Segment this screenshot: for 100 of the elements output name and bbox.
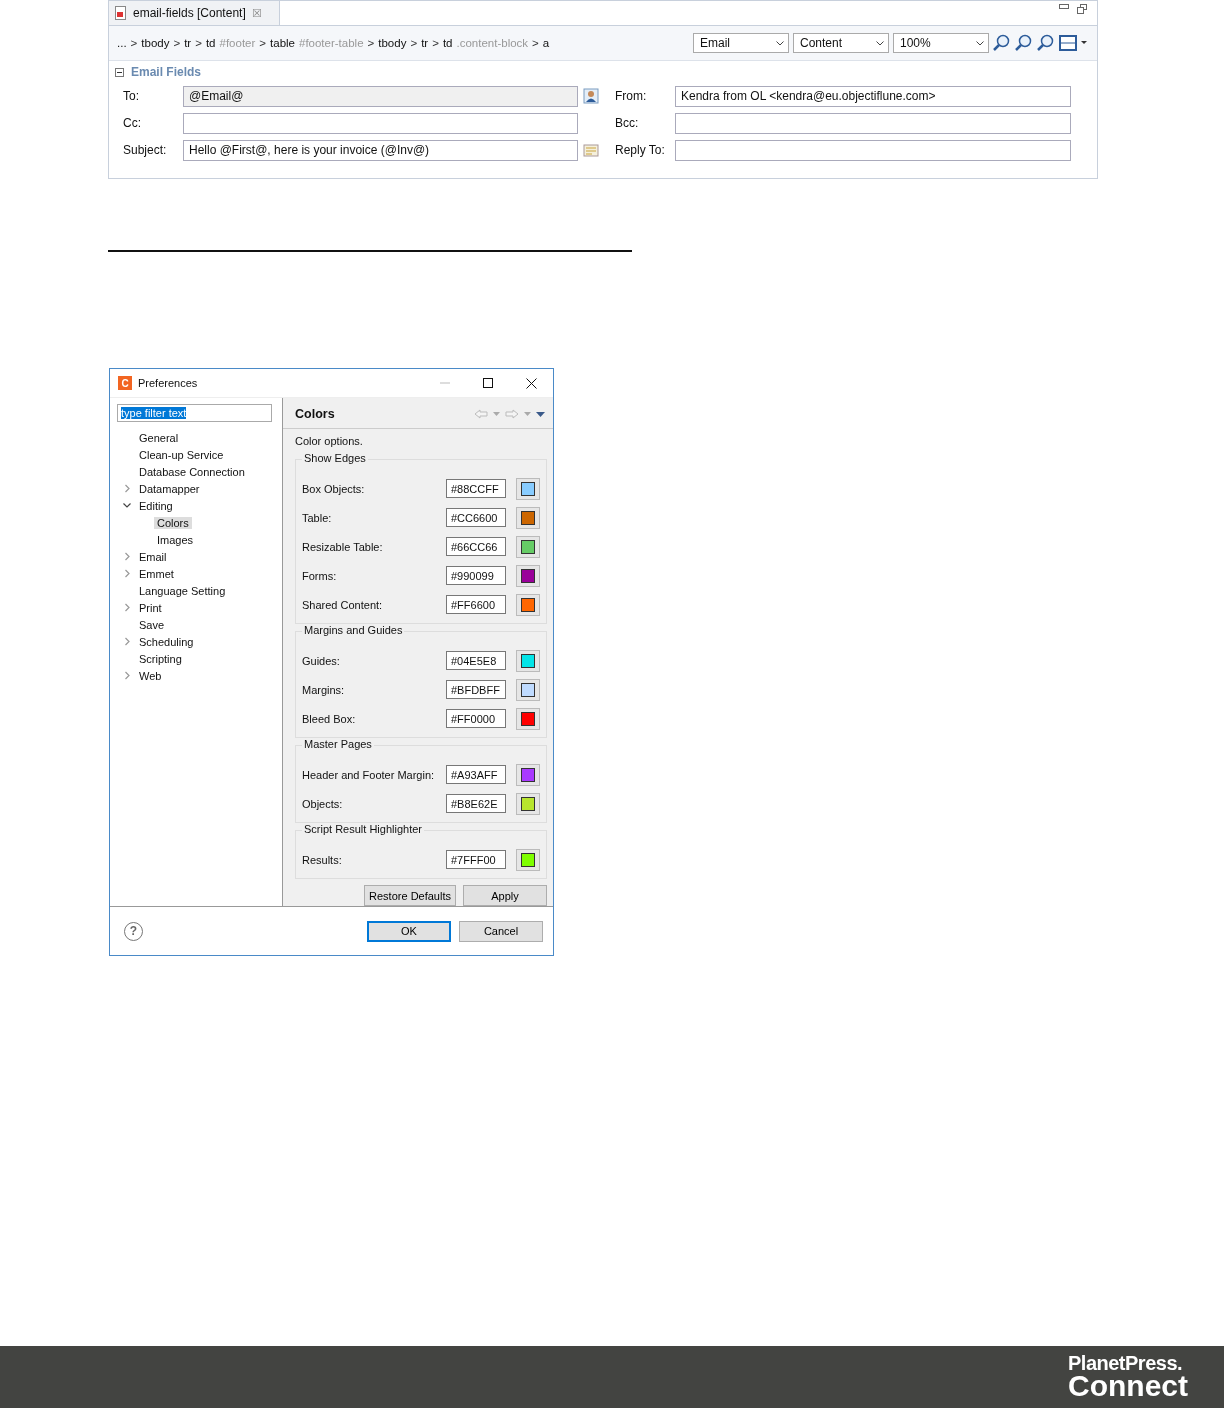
section-title: Email Fields — [131, 65, 202, 79]
layout-icon[interactable] — [1059, 35, 1089, 51]
tree-item[interactable]: Clean-up Service — [136, 448, 227, 461]
expanded-chevron-icon[interactable] — [121, 501, 133, 510]
color-picker-button[interactable] — [516, 763, 540, 786]
tree-item[interactable]: Editing — [136, 499, 176, 512]
zoom-icon[interactable] — [1037, 34, 1055, 52]
hex-field[interactable]: #7FFF00 — [446, 850, 506, 869]
color-label: Objects: — [302, 797, 344, 810]
color-picker-button[interactable] — [516, 564, 540, 587]
dialog-button[interactable]: OK — [367, 920, 451, 942]
breadcrumb-separator: > — [259, 37, 267, 49]
color-picker-button[interactable] — [516, 792, 540, 815]
dropdown[interactable]: 100% — [893, 33, 989, 53]
page-button[interactable]: Restore Defaults — [364, 885, 456, 906]
menu-icon[interactable] — [536, 411, 545, 417]
dropdown[interactable]: Email — [693, 33, 789, 53]
chevron-icon — [976, 40, 984, 46]
hex-field[interactable]: #FF0000 — [446, 709, 506, 728]
breadcrumb-item[interactable]: table — [270, 37, 295, 49]
group-title: Show Edges — [302, 452, 368, 464]
hex-field[interactable]: #88CCFF — [446, 479, 506, 498]
page-button[interactable]: Apply — [463, 885, 547, 906]
collapse-icon[interactable] — [115, 67, 124, 77]
close-icon[interactable] — [526, 377, 537, 389]
tree-item[interactable]: Images — [154, 533, 197, 546]
color-picker-button[interactable] — [516, 678, 540, 701]
color-picker-button[interactable] — [516, 477, 540, 500]
breadcrumb-separator: > — [195, 37, 202, 49]
hex-field[interactable]: #B8E62E — [446, 794, 506, 813]
tree-item[interactable]: Scheduling — [136, 635, 197, 648]
color-label: Shared Content: — [302, 598, 384, 611]
breadcrumb-separator: > — [173, 37, 181, 49]
filter-field[interactable]: type filter text — [117, 404, 272, 422]
editor-tab[interactable]: email-fields [Content] ☒ — [109, 1, 280, 25]
maximize-icon[interactable] — [483, 378, 493, 388]
tree-item[interactable]: Web — [136, 669, 165, 682]
brand-name: PlanetPress. — [1068, 1353, 1184, 1373]
app-logo: C — [118, 376, 132, 390]
product-name: Connect — [1068, 1371, 1188, 1401]
hex-field[interactable]: #A93AFF — [446, 765, 506, 784]
hex-field[interactable]: #BFDBFF — [446, 680, 506, 699]
input-field[interactable]: Hello @First@, here is your invoice (@Inv@) — [183, 139, 578, 161]
hex-field[interactable]: #CC6600 — [446, 508, 506, 527]
hex-field[interactable]: #66CC66 — [446, 537, 506, 556]
field-label: Reply To: — [615, 143, 666, 157]
input-field[interactable] — [675, 112, 1071, 134]
dropdown[interactable]: Content — [793, 33, 889, 53]
breadcrumb-separator: > — [130, 37, 138, 49]
color-picker-button[interactable] — [516, 535, 540, 558]
tree-item[interactable]: Colors — [154, 516, 192, 529]
tree-item[interactable]: Save — [136, 618, 168, 631]
tree-item[interactable]: Language Setting — [136, 584, 229, 597]
field-label: To: — [123, 89, 140, 103]
breadcrumb-item[interactable]: ... — [117, 37, 127, 49]
tree-item[interactable]: Datamapper — [136, 482, 203, 495]
group-title: Script Result Highlighter — [302, 823, 424, 835]
file-icon — [115, 6, 127, 20]
dialog-button[interactable]: Cancel — [459, 920, 543, 942]
minimize-icon[interactable] — [1059, 4, 1069, 10]
breadcrumb-item[interactable]: tbody — [141, 37, 170, 49]
field-label: From: — [615, 89, 648, 103]
hex-field[interactable]: #990099 — [446, 566, 506, 585]
color-picker-button[interactable] — [516, 506, 540, 529]
chevron-icon — [776, 40, 784, 46]
input-field[interactable] — [183, 112, 578, 134]
color-label: Table: — [302, 511, 333, 524]
breadcrumb-item[interactable]: tr — [421, 37, 429, 49]
breadcrumb-item[interactable]: td — [442, 37, 453, 49]
color-picker-button[interactable] — [516, 593, 540, 616]
breadcrumb-item[interactable]: a — [542, 37, 550, 49]
color-label: Resizable Table: — [302, 540, 384, 553]
page-title: Colors — [295, 407, 335, 421]
breadcrumb-item[interactable]: td — [205, 37, 216, 49]
window-title: Preferences — [138, 377, 199, 389]
input-field[interactable]: Kendra from OL <kendra@eu.objectiflune.com> — [675, 85, 1071, 107]
color-picker-button[interactable] — [516, 707, 540, 730]
input-field[interactable] — [675, 139, 1071, 161]
tree-item[interactable]: Scripting — [136, 652, 185, 665]
tree-item[interactable]: General — [136, 431, 182, 444]
tree-item[interactable]: Database Connection — [136, 465, 248, 478]
breadcrumb-item[interactable]: tbody — [378, 37, 407, 49]
hex-field[interactable]: #04E5E8 — [446, 651, 506, 670]
zoom-icon[interactable] — [993, 34, 1011, 52]
tree-item[interactable]: Email — [136, 550, 170, 563]
breadcrumb-separator: > — [367, 37, 375, 49]
color-picker-button[interactable] — [516, 649, 540, 672]
breadcrumb-item[interactable]: tr — [184, 37, 192, 49]
tab-title: email-fields [Content] — [133, 6, 246, 20]
restore-icon[interactable] — [1077, 4, 1087, 14]
description: Color options. — [295, 435, 364, 447]
zoom-icon[interactable] — [1015, 34, 1033, 52]
color-picker-button[interactable] — [516, 848, 540, 871]
hex-field[interactable]: #FF6600 — [446, 595, 506, 614]
color-label: Results: — [302, 853, 343, 866]
address-book-icon[interactable] — [583, 88, 599, 104]
breadcrumb-separator: > — [532, 37, 539, 49]
tree-item[interactable]: Emmet — [136, 567, 177, 580]
tree-item[interactable]: Print — [136, 601, 165, 614]
color-label: Guides: — [302, 654, 341, 667]
